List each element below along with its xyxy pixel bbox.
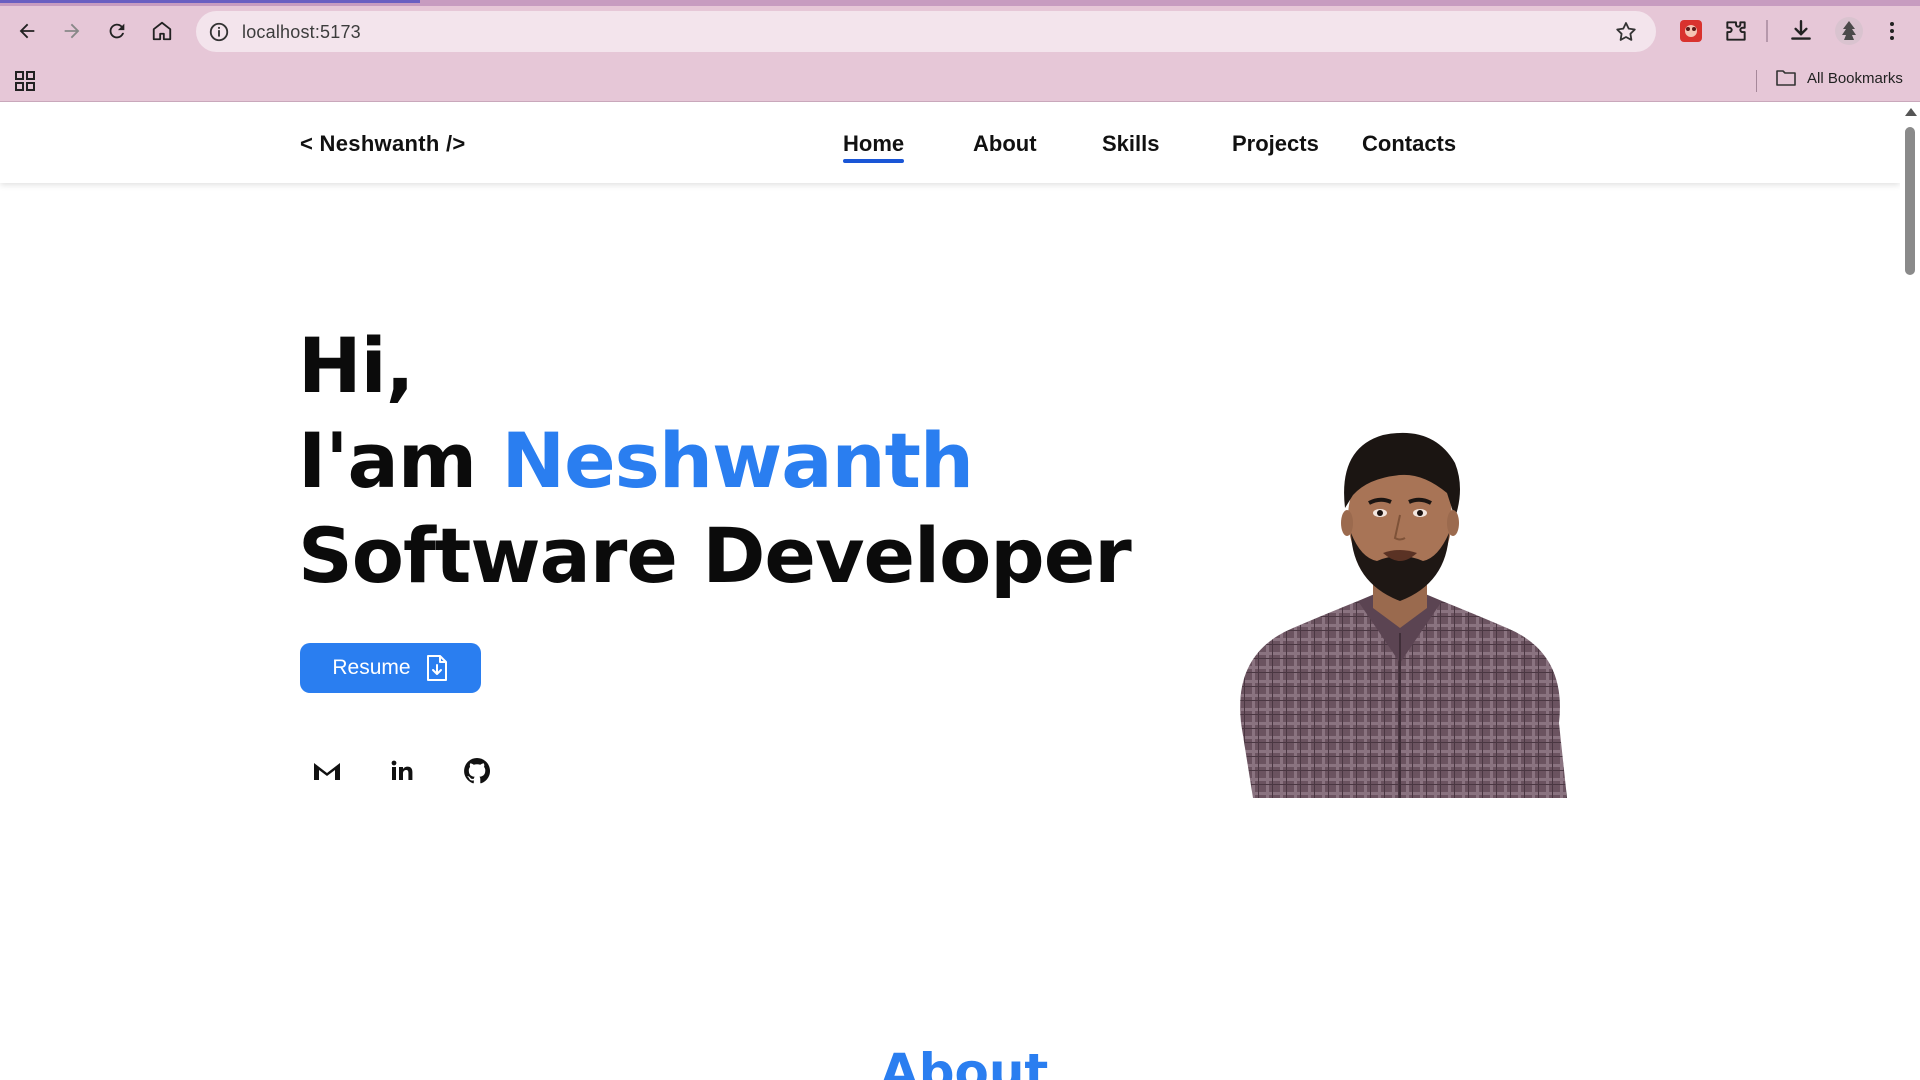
nav-link-home[interactable]: Home bbox=[843, 131, 904, 157]
site-navbar: < Neshwanth /> Home About Skills Project… bbox=[0, 103, 1900, 183]
gmail-link[interactable] bbox=[307, 751, 347, 791]
scroll-up-arrow-icon[interactable] bbox=[1905, 108, 1917, 116]
gmail-icon bbox=[314, 763, 340, 780]
file-download-icon bbox=[426, 655, 447, 681]
github-icon bbox=[464, 758, 490, 784]
reload-button[interactable] bbox=[98, 12, 136, 50]
toolbar-separator bbox=[1766, 20, 1768, 42]
menu-kebab-icon[interactable] bbox=[1880, 18, 1904, 44]
all-bookmarks-button[interactable]: All Bookmarks bbox=[1775, 69, 1903, 87]
site-logo[interactable]: < Neshwanth /> bbox=[300, 131, 466, 157]
github-link[interactable] bbox=[457, 751, 497, 791]
page-scrollbar[interactable] bbox=[1900, 103, 1920, 1080]
hero-intro-line: I'am Neshwanth bbox=[298, 416, 975, 505]
resume-label: Resume bbox=[332, 656, 411, 679]
page-viewport: < Neshwanth /> Home About Skills Project… bbox=[0, 103, 1920, 1080]
bookmark-star-icon[interactable] bbox=[1614, 20, 1638, 44]
bookmarks-bar: All Bookmarks bbox=[0, 62, 1920, 102]
linkedin-icon bbox=[391, 760, 413, 780]
profile-photo bbox=[1240, 432, 1567, 798]
arrow-right-icon bbox=[64, 23, 80, 39]
arrow-left-icon bbox=[19, 23, 35, 39]
site-info-icon[interactable] bbox=[206, 19, 231, 44]
apps-grid-icon[interactable] bbox=[14, 70, 36, 92]
forward-button[interactable] bbox=[53, 12, 91, 50]
url-text[interactable]: localhost:5173 bbox=[242, 22, 361, 43]
hero-name: Neshwanth bbox=[501, 416, 975, 505]
extension-icon[interactable] bbox=[1678, 18, 1704, 44]
hero-greeting: Hi, bbox=[298, 321, 415, 410]
nav-link-contacts[interactable]: Contacts bbox=[1362, 131, 1456, 157]
home-button[interactable] bbox=[143, 12, 181, 50]
nav-active-underline bbox=[843, 159, 904, 163]
browser-toolbar: localhost:5173 bbox=[0, 0, 1920, 62]
back-button[interactable] bbox=[8, 12, 46, 50]
scrollbar-thumb[interactable] bbox=[1905, 127, 1915, 275]
nav-link-skills[interactable]: Skills bbox=[1102, 131, 1159, 157]
nav-link-about[interactable]: About bbox=[973, 131, 1037, 157]
about-section-heading: About bbox=[880, 1043, 1049, 1080]
reload-icon bbox=[109, 23, 125, 39]
download-icon[interactable] bbox=[1788, 18, 1814, 44]
resume-button[interactable]: Resume bbox=[300, 643, 481, 693]
extensions-puzzle-icon[interactable] bbox=[1723, 18, 1749, 44]
home-icon bbox=[152, 21, 172, 41]
address-bar[interactable]: localhost:5173 bbox=[196, 11, 1656, 52]
folder-icon bbox=[1776, 70, 1796, 86]
hero-intro: I'am bbox=[298, 416, 477, 505]
tab-strip bbox=[0, 0, 1920, 6]
all-bookmarks-label: All Bookmarks bbox=[1807, 69, 1903, 87]
profile-avatar-icon[interactable] bbox=[1834, 16, 1864, 46]
nav-link-projects[interactable]: Projects bbox=[1232, 131, 1319, 157]
hero-role: Software Developer bbox=[298, 511, 1132, 600]
active-tab-indicator bbox=[0, 0, 420, 3]
bookmarks-separator bbox=[1756, 70, 1757, 92]
linkedin-link[interactable] bbox=[382, 751, 422, 791]
